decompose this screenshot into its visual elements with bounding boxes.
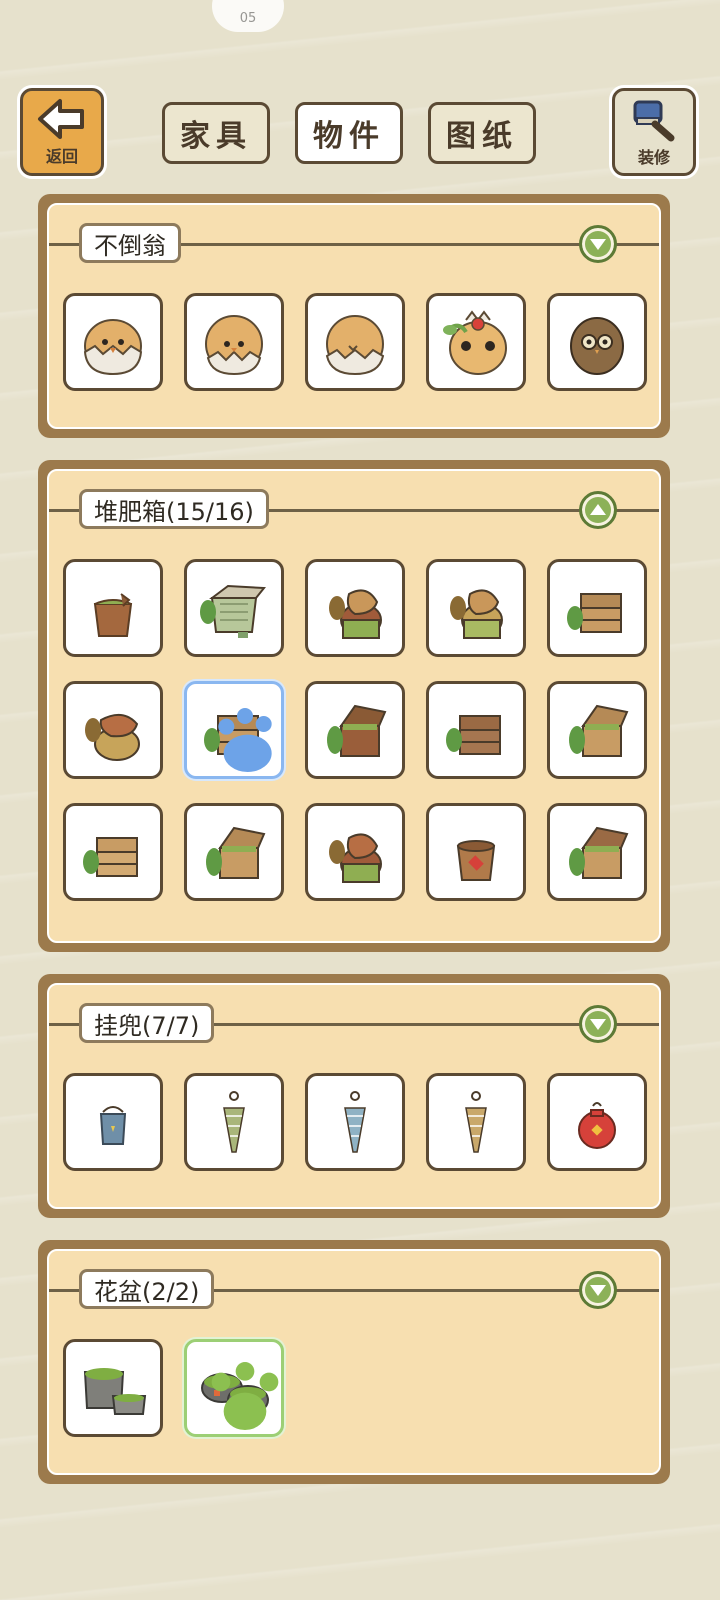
section-compost: 堆肥箱(15/16) bbox=[38, 460, 670, 952]
item-tile[interactable] bbox=[426, 559, 526, 657]
tab-furniture[interactable]: 家具 bbox=[162, 102, 270, 164]
stone-moss-planter-icon bbox=[83, 1368, 147, 1415]
open-compost-crate-icon bbox=[327, 704, 387, 757]
section-hanging-bag: 挂兜(7/7) bbox=[38, 974, 670, 1218]
open-compost-crate-icon bbox=[569, 704, 629, 757]
decorate-button[interactable]: 装修 bbox=[612, 88, 696, 176]
green-hanging-net-icon bbox=[223, 1091, 245, 1153]
mesh-compost-bin-icon bbox=[200, 584, 266, 638]
wooden-crate-stack-icon bbox=[567, 593, 622, 633]
back-button[interactable]: 返回 bbox=[20, 88, 104, 176]
item-tile[interactable] bbox=[305, 681, 405, 779]
stump-compost-sack-icon bbox=[329, 589, 382, 639]
blue-hanging-bucket-icon bbox=[99, 1106, 127, 1145]
red-lucky-pouch-icon bbox=[578, 1102, 616, 1149]
tab-blueprints[interactable]: 图纸 bbox=[428, 102, 536, 164]
expand-toggle-button[interactable] bbox=[579, 225, 617, 263]
section-title: 不倒翁 bbox=[79, 223, 181, 263]
item-tile[interactable] bbox=[305, 293, 405, 391]
item-tile[interactable] bbox=[184, 1073, 284, 1171]
tab-objects-label: 物件 bbox=[313, 119, 385, 154]
item-tile[interactable] bbox=[63, 681, 163, 779]
item-tile[interactable] bbox=[547, 293, 647, 391]
panda-berry-tumbler-icon bbox=[443, 310, 507, 375]
item-tile[interactable] bbox=[63, 293, 163, 391]
paint-brush-icon bbox=[633, 100, 675, 142]
brown-hanging-net-icon bbox=[465, 1091, 487, 1153]
item-tile[interactable] bbox=[184, 559, 284, 657]
section-title: 挂兜(7/7) bbox=[79, 1003, 215, 1043]
stump-compost-sack-icon bbox=[85, 713, 140, 761]
expand-toggle-button[interactable] bbox=[579, 1271, 617, 1309]
section-title: 花盆(2/2) bbox=[79, 1269, 215, 1309]
wooden-crate-stack-icon bbox=[446, 715, 501, 755]
item-tile[interactable] bbox=[426, 681, 526, 779]
clay-compost-pot-icon bbox=[456, 840, 496, 881]
item-tile[interactable] bbox=[426, 803, 526, 901]
brown-owl-tumbler-icon bbox=[570, 317, 624, 375]
tab-objects[interactable]: 物件 bbox=[295, 102, 403, 164]
expand-toggle-button[interactable] bbox=[579, 1005, 617, 1043]
item-tile[interactable] bbox=[63, 559, 163, 657]
item-tile[interactable] bbox=[547, 559, 647, 657]
collapse-toggle-button[interactable] bbox=[579, 491, 617, 529]
back-button-label: 返回 bbox=[45, 147, 78, 166]
item-tile[interactable] bbox=[547, 1073, 647, 1171]
chevron-up-icon bbox=[590, 504, 606, 515]
cracked-egg-tumbler-icon bbox=[325, 315, 385, 376]
item-tile[interactable] bbox=[63, 803, 163, 901]
item-tile-selected[interactable] bbox=[184, 1339, 284, 1437]
tab-blueprints-label: 图纸 bbox=[446, 119, 518, 154]
status-indicator-text: 05 bbox=[239, 11, 257, 26]
item-tile[interactable] bbox=[305, 803, 405, 901]
status-indicator: 05 bbox=[212, 0, 284, 32]
tab-furniture-label: 家具 bbox=[180, 119, 252, 154]
section-flowerpot: 花盆(2/2) bbox=[38, 1240, 670, 1484]
blue-paw-badge-icon bbox=[218, 708, 272, 772]
section-title: 堆肥箱(15/16) bbox=[79, 489, 269, 529]
item-tile[interactable] bbox=[305, 1073, 405, 1171]
item-tile[interactable] bbox=[63, 1073, 163, 1171]
stump-compost-sack-icon bbox=[329, 833, 382, 883]
item-tile[interactable] bbox=[184, 803, 284, 901]
item-tile[interactable] bbox=[547, 803, 647, 901]
item-tile[interactable] bbox=[426, 293, 526, 391]
item-tile[interactable] bbox=[426, 1073, 526, 1171]
open-compost-crate-icon bbox=[569, 826, 629, 879]
item-tile[interactable] bbox=[184, 293, 284, 391]
blue-hanging-net-icon bbox=[344, 1091, 366, 1153]
section-tumbler: 不倒翁 bbox=[38, 194, 670, 438]
item-tile[interactable] bbox=[305, 559, 405, 657]
item-tile[interactable] bbox=[547, 681, 647, 779]
open-compost-crate-icon bbox=[206, 826, 266, 879]
stump-compost-sack-icon bbox=[450, 589, 503, 639]
green-frog-hand-badge-icon bbox=[211, 1362, 279, 1430]
wooden-bucket-icon bbox=[93, 593, 133, 637]
chevron-down-icon bbox=[590, 1285, 606, 1296]
owl-egg-tumbler-icon bbox=[83, 319, 143, 376]
back-arrow-icon bbox=[38, 99, 84, 139]
chevron-down-icon bbox=[590, 1019, 606, 1030]
chick-egg-tumbler-icon bbox=[205, 315, 263, 376]
chevron-down-icon bbox=[590, 239, 606, 250]
item-tile-selected[interactable] bbox=[184, 681, 284, 779]
wooden-crate-stack-icon bbox=[83, 837, 138, 877]
item-tile[interactable] bbox=[63, 1339, 163, 1437]
decorate-button-label: 装修 bbox=[637, 148, 670, 167]
